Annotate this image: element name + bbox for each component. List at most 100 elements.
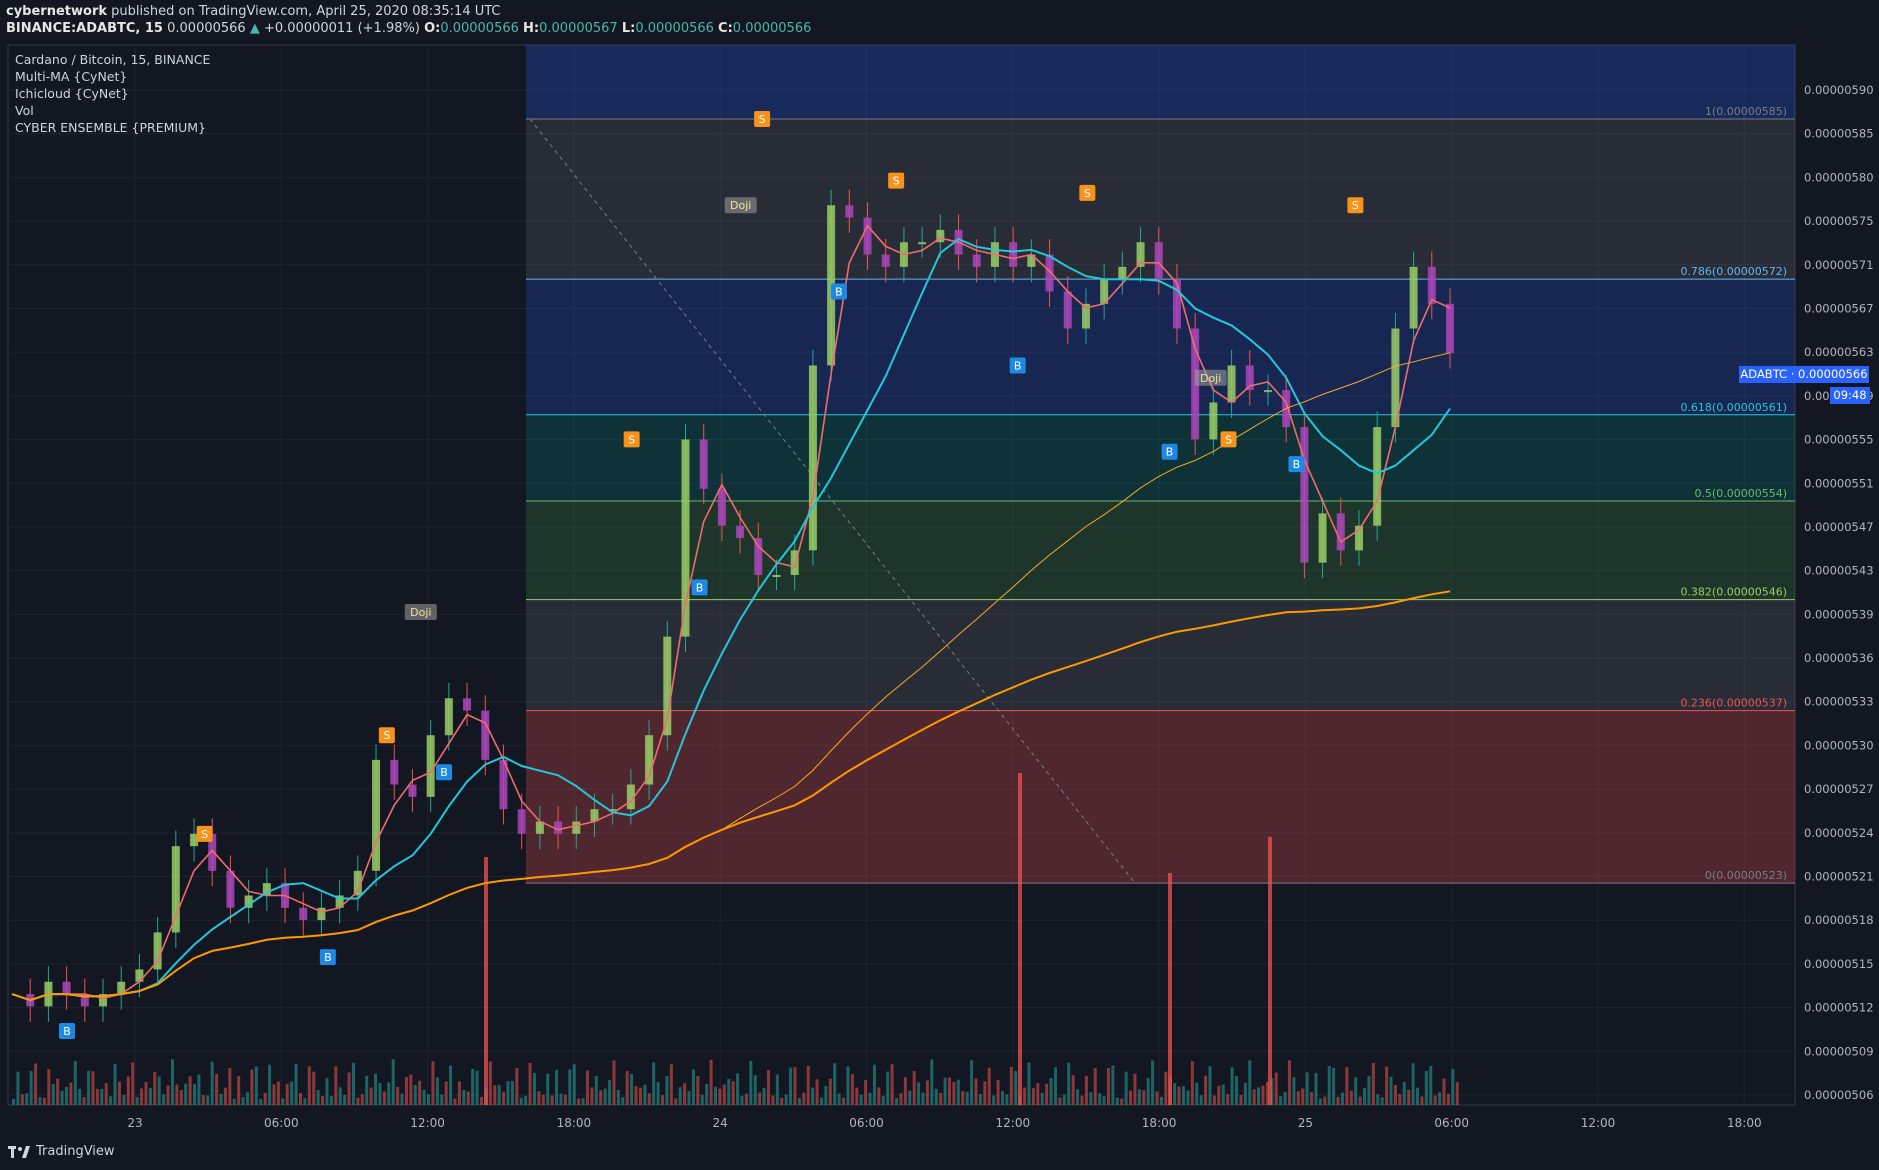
- volume-bar: [175, 1084, 179, 1105]
- volume-bar: [471, 1068, 475, 1105]
- candle-body: [1318, 513, 1327, 563]
- volume-bar: [338, 1087, 342, 1105]
- time-axis-tick: 06:00: [1434, 1116, 1469, 1130]
- volume-bar: [87, 1070, 91, 1105]
- volume-bar: [917, 1082, 921, 1105]
- volume-bar: [1093, 1068, 1097, 1105]
- volume-bar: [1058, 1097, 1062, 1105]
- volume-bar: [440, 1094, 444, 1105]
- volume-bar: [1023, 1087, 1027, 1105]
- price-axis-tick: 0.00000567: [1804, 301, 1874, 315]
- price-axis-tick: 0.00000533: [1804, 695, 1874, 709]
- volume-bar: [351, 1062, 355, 1105]
- price-axis-tick: 0.00000521: [1804, 870, 1874, 884]
- volume-bar: [634, 1086, 638, 1105]
- legend-indicator-multi-ma[interactable]: Multi-MA {CyNet}: [15, 69, 127, 84]
- volume-bar: [850, 1074, 854, 1105]
- volume-bar: [431, 1061, 435, 1105]
- candle-body: [517, 809, 526, 834]
- volume-bar: [943, 1077, 947, 1105]
- legend-indicator-ichicloud[interactable]: Ichicloud {CyNet}: [15, 86, 129, 101]
- volume-bar: [806, 1065, 810, 1105]
- volume-bar: [669, 1064, 673, 1105]
- legend-indicator-cyber-ensemble[interactable]: CYBER ENSEMBLE {PREMIUM}: [15, 120, 206, 135]
- legend-title[interactable]: Cardano / Bitcoin, 15, BINANCE: [15, 52, 210, 67]
- sell-signal-label: S: [628, 433, 635, 446]
- volume-bar: [409, 1074, 413, 1105]
- volume-bar: [223, 1087, 227, 1105]
- buy-signal-label: B: [835, 286, 843, 299]
- volume-bar: [307, 1066, 311, 1105]
- candle-body: [135, 969, 144, 982]
- volume-bar: [303, 1098, 307, 1105]
- volume-bar: [1195, 1082, 1199, 1105]
- fib-level-label: 1(0.00000585): [1705, 105, 1787, 118]
- time-axis-tick: 18:00: [1142, 1116, 1177, 1130]
- volume-bar: [184, 1083, 188, 1105]
- volume-bar: [1420, 1096, 1424, 1105]
- footer-brand[interactable]: TradingView: [36, 1144, 115, 1159]
- volume-bar: [418, 1080, 422, 1105]
- volume-bar: [546, 1073, 550, 1105]
- volume-bar: [1332, 1067, 1336, 1105]
- volume-bar: [259, 1098, 263, 1105]
- candle-body: [1209, 402, 1218, 440]
- volume-bar: [1424, 1070, 1428, 1105]
- volume-bar: [360, 1094, 364, 1105]
- volume-bar: [1217, 1085, 1221, 1105]
- volume-bar: [228, 1068, 232, 1105]
- volume-bar: [1411, 1063, 1415, 1105]
- volume-bar: [290, 1081, 294, 1105]
- volume-bar: [325, 1078, 329, 1105]
- volume-bar: [956, 1079, 960, 1105]
- volume-bar: [718, 1088, 722, 1105]
- volume-bar: [329, 1095, 333, 1105]
- volume-bar: [131, 1062, 135, 1105]
- volume-bar: [1314, 1072, 1318, 1105]
- volume-bar: [56, 1078, 60, 1105]
- volume-bar: [515, 1068, 519, 1105]
- volume-bar: [20, 1094, 24, 1105]
- time-axis-tick: 18:00: [557, 1116, 592, 1130]
- buy-signal-label: B: [63, 1025, 71, 1038]
- volume-bar: [581, 1098, 585, 1105]
- volume-bar: [1380, 1097, 1384, 1105]
- price-axis-tick: 0.00000506: [1804, 1088, 1874, 1102]
- chart-canvas[interactable]: 0.00000590 0.00000585 0.00000580 0.00000575…: [0, 0, 1879, 1170]
- volume-bar: [1062, 1094, 1066, 1105]
- footer: TradingView: [8, 1144, 115, 1159]
- volume-bar: [1053, 1067, 1057, 1105]
- candle-body: [1336, 513, 1345, 551]
- volume-bar: [886, 1071, 890, 1105]
- volume-bar: [374, 1073, 378, 1105]
- volume-bar: [29, 1071, 33, 1105]
- volume-bar: [524, 1095, 528, 1105]
- volume-bar: [1455, 1082, 1459, 1105]
- volume-bar: [488, 1061, 492, 1105]
- volume-bar: [197, 1074, 201, 1105]
- volume-bar: [868, 1092, 872, 1105]
- volume-bar: [1164, 1071, 1168, 1105]
- volume-bar: [316, 1089, 320, 1105]
- volume-bar: [952, 1081, 956, 1105]
- volume-bar: [193, 1084, 197, 1105]
- price-axis-tick: 0.00000571: [1804, 258, 1874, 272]
- volume-bar: [1340, 1092, 1344, 1105]
- volume-bar: [95, 1088, 99, 1105]
- candle-body: [863, 217, 872, 255]
- candle-body: [1263, 390, 1272, 393]
- volume-bar: [1376, 1094, 1380, 1105]
- volume-bar: [47, 1069, 51, 1105]
- doji-label: Doji: [730, 199, 751, 212]
- legend-indicator-vol[interactable]: Vol: [15, 103, 34, 118]
- sell-signal-label: S: [1225, 433, 1232, 446]
- time-axis-tick: 12:00: [410, 1116, 445, 1130]
- volume-bar: [1089, 1092, 1093, 1105]
- candle-body: [845, 205, 854, 218]
- candle-body: [1227, 365, 1236, 403]
- volume-bar: [1005, 1094, 1009, 1105]
- price-axis-tick: 0.00000536: [1804, 651, 1874, 665]
- volume-bar: [281, 1098, 285, 1105]
- volume-bar: [1318, 1098, 1322, 1105]
- volume-bar: [541, 1094, 545, 1105]
